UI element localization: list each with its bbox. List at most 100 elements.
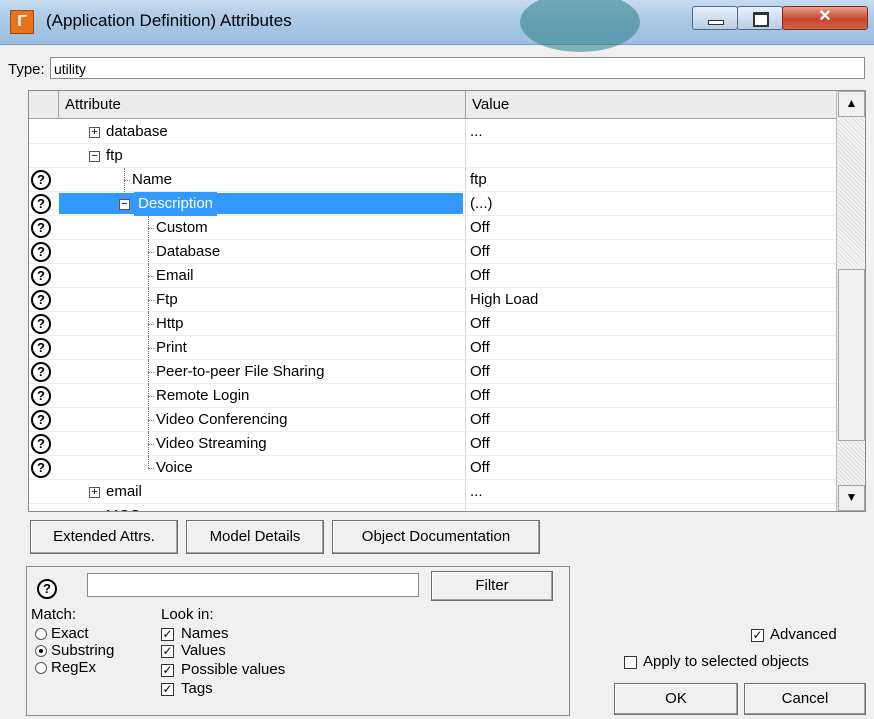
attribute-cell[interactable]: ? Video Conferencing — [29, 408, 466, 432]
help-icon[interactable]: ? — [31, 290, 51, 310]
close-button[interactable]: ✕ — [782, 6, 868, 30]
grid-row[interactable]: ? Database Off — [29, 240, 836, 264]
attribute-cell[interactable]: ? Email — [29, 264, 466, 288]
model-details-button[interactable]: Model Details — [186, 520, 324, 554]
grid-row[interactable]: ? Name ftp — [29, 168, 836, 192]
help-icon[interactable]: ? — [31, 410, 51, 430]
grid-row[interactable]: ? Remote Login Off — [29, 384, 836, 408]
grid-row[interactable]: ? Voice Off — [29, 456, 836, 480]
help-icon[interactable]: ? — [31, 386, 51, 406]
match-exact-label[interactable]: Exact — [51, 626, 89, 642]
expand-icon[interactable]: + — [91, 511, 97, 512]
help-icon[interactable]: ? — [31, 242, 51, 262]
grid-row[interactable]: ? Custom Off — [29, 216, 836, 240]
maximize-button[interactable] — [737, 6, 783, 30]
grid-row[interactable]: ? Peer-to-peer File Sharing Off — [29, 360, 836, 384]
look-in-names-label[interactable]: Names — [181, 626, 229, 642]
filter-button[interactable]: Filter — [431, 571, 553, 601]
look-in-possible-values-label[interactable]: Possible values — [181, 662, 285, 678]
match-exact-radio[interactable] — [35, 628, 47, 640]
type-field[interactable]: utility — [50, 57, 865, 79]
cancel-button[interactable]: Cancel — [744, 683, 866, 715]
help-icon[interactable]: ? — [31, 338, 51, 358]
attribute-cell[interactable]: ? Name — [29, 168, 466, 192]
collapse-icon[interactable]: − — [89, 151, 100, 162]
attribute-cell[interactable]: ? Video Streaming — [29, 432, 466, 456]
value-cell[interactable]: Off — [466, 240, 836, 264]
look-in-tags-checkbox[interactable]: ✓ — [161, 683, 174, 696]
advanced-checkbox[interactable]: ✓ — [751, 629, 764, 642]
look-in-names-checkbox[interactable]: ✓ — [161, 628, 174, 641]
help-icon[interactable]: ? — [31, 362, 51, 382]
extended-attrs-button[interactable]: Extended Attrs. — [30, 520, 178, 554]
help-icon[interactable]: ? — [31, 170, 51, 190]
grid-row[interactable]: ? Print Off — [29, 336, 836, 360]
grid-row[interactable]: − ftp — [29, 144, 836, 168]
filter-input[interactable] — [87, 573, 419, 597]
attribute-cell[interactable]: ? − Description — [29, 192, 466, 216]
attribute-cell[interactable]: ? Http — [29, 312, 466, 336]
help-icon[interactable]: ? — [37, 579, 57, 599]
scroll-up-button[interactable]: ▲ — [838, 91, 865, 117]
value-cell[interactable]: Off — [466, 408, 836, 432]
advanced-label[interactable]: Advanced — [770, 627, 837, 643]
help-icon[interactable]: ? — [31, 218, 51, 238]
apply-to-selected-checkbox[interactable] — [624, 656, 637, 669]
match-substring-label[interactable]: Substring — [51, 643, 114, 659]
grid-row[interactable]: ? Email Off — [29, 264, 836, 288]
attribute-cell[interactable]: ? Database — [29, 240, 466, 264]
match-substring-radio[interactable] — [35, 645, 47, 657]
value-cell[interactable]: ftp — [466, 168, 836, 192]
header-attribute[interactable]: Attribute — [59, 91, 466, 118]
attribute-cell[interactable]: ? Ftp — [29, 288, 466, 312]
look-in-possible-values-checkbox[interactable]: ✓ — [161, 664, 174, 677]
apply-to-selected-label[interactable]: Apply to selected objects — [643, 654, 809, 670]
value-cell[interactable]: Off — [466, 360, 836, 384]
ok-button[interactable]: OK — [614, 683, 738, 715]
match-regex-radio[interactable] — [35, 662, 47, 674]
value-cell[interactable] — [466, 504, 836, 511]
value-cell[interactable]: ... — [466, 480, 836, 504]
attribute-cell[interactable]: + MOS — [29, 504, 466, 512]
scroll-down-button[interactable]: ▼ — [838, 485, 865, 511]
grid-row[interactable]: + email... — [29, 480, 836, 504]
grid-row[interactable]: ? Video Conferencing Off — [29, 408, 836, 432]
attribute-cell[interactable]: + email — [29, 480, 466, 504]
help-icon[interactable]: ? — [31, 266, 51, 286]
value-cell[interactable]: Off — [466, 264, 836, 288]
look-in-values-label[interactable]: Values — [181, 643, 226, 659]
value-cell[interactable]: Off — [466, 384, 836, 408]
collapse-icon[interactable]: − — [119, 199, 130, 210]
attribute-cell[interactable]: ? Remote Login — [29, 384, 466, 408]
value-cell[interactable]: Off — [466, 216, 836, 240]
grid-row[interactable]: ? − Description (...) — [29, 192, 836, 216]
attribute-cell[interactable]: − ftp — [29, 144, 466, 168]
attribute-cell[interactable]: ? Peer-to-peer File Sharing — [29, 360, 466, 384]
match-regex-label[interactable]: RegEx — [51, 660, 96, 676]
header-value[interactable]: Value — [466, 91, 836, 118]
look-in-values-checkbox[interactable]: ✓ — [161, 645, 174, 658]
grid-row[interactable]: + MOS — [29, 504, 836, 512]
object-documentation-button[interactable]: Object Documentation — [332, 520, 540, 554]
attribute-cell[interactable]: ? Voice — [29, 456, 466, 480]
expand-icon[interactable]: + — [89, 127, 100, 138]
grid-row[interactable]: ? Video Streaming Off — [29, 432, 836, 456]
minimize-button[interactable] — [692, 6, 738, 30]
value-cell[interactable]: Off — [466, 432, 836, 456]
value-cell[interactable]: Off — [466, 336, 836, 360]
value-cell[interactable]: Off — [466, 312, 836, 336]
value-cell[interactable]: ... — [466, 120, 836, 144]
attribute-cell[interactable]: ? Print — [29, 336, 466, 360]
look-in-tags-label[interactable]: Tags — [181, 681, 213, 697]
help-icon[interactable]: ? — [31, 194, 51, 214]
help-icon[interactable]: ? — [31, 434, 51, 454]
grid-row[interactable]: + database... — [29, 120, 836, 144]
grid-row[interactable]: ? Ftp High Load — [29, 288, 836, 312]
expand-icon[interactable]: + — [89, 487, 100, 498]
attribute-cell[interactable]: + database — [29, 120, 466, 144]
value-cell[interactable] — [466, 144, 836, 168]
attribute-cell[interactable]: ? Custom — [29, 216, 466, 240]
help-icon[interactable]: ? — [31, 458, 51, 478]
attribute-grid[interactable]: Attribute Value + database... − ftp? Name ftp… — [28, 90, 866, 512]
value-cell[interactable]: (...) — [466, 192, 836, 216]
